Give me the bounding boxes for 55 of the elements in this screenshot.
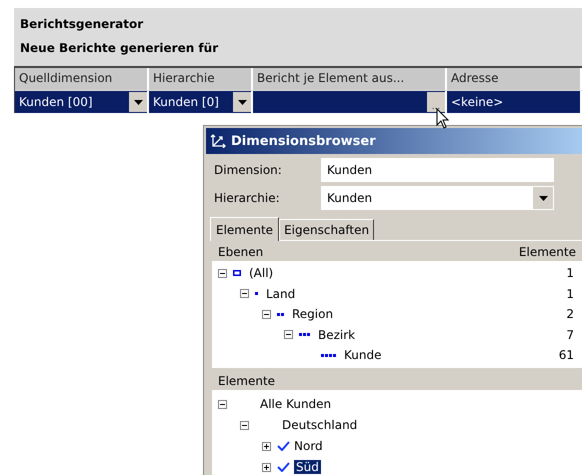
collapse-icon[interactable]	[284, 330, 293, 340]
expand-icon[interactable]	[262, 462, 271, 472]
level-name[interactable]: Bezirk	[318, 328, 356, 342]
table-cell-text: Kunden [00]	[18, 95, 94, 109]
mouse-pointer-icon	[436, 108, 450, 130]
element-count: 1	[566, 286, 574, 301]
dropdown-button[interactable]	[233, 92, 251, 112]
dimension-field[interactable]: Kunden	[321, 158, 554, 182]
tree-item[interactable]: Deutschland	[282, 418, 358, 432]
column-header[interactable]: Hierarchie	[149, 68, 251, 90]
grid-row[interactable]: Kunden [00] Kunden [0] ... <keine>	[15, 91, 582, 113]
axes-icon	[210, 134, 226, 148]
level-name[interactable]: Region	[292, 307, 334, 322]
collapse-icon[interactable]	[218, 268, 227, 278]
field-label: Hierarchie:	[214, 191, 281, 205]
table-cell-text: <keine>	[450, 95, 504, 109]
element-count: 1	[566, 266, 574, 280]
element-count: 61	[558, 348, 574, 362]
dropdown-arrow-icon[interactable]	[134, 100, 142, 104]
collapse-icon[interactable]	[240, 289, 249, 298]
level-icon	[233, 270, 241, 276]
level-icon	[299, 333, 310, 336]
level-icon	[321, 354, 336, 357]
tab[interactable]: Eigenschaften	[279, 219, 374, 240]
column-header[interactable]: Bericht je Element aus...	[253, 68, 445, 90]
table-cell-text: Kunden [0]	[152, 95, 220, 109]
level-name[interactable]: Kunde	[344, 348, 382, 362]
level-name[interactable]: Land	[266, 286, 296, 301]
panel-subtitle: Neue Berichte generieren für	[19, 40, 220, 57]
dialog-title: Dimensionsbrowser	[231, 134, 376, 148]
level-icon	[277, 312, 284, 316]
level-icon	[255, 292, 258, 296]
panel-title: Berichtsgenerator	[19, 16, 144, 33]
tab[interactable]: Elemente	[210, 217, 280, 241]
section-header: Elemente	[218, 374, 276, 388]
dropdown-arrow-icon[interactable]	[238, 100, 246, 104]
tree-item[interactable]: Süd	[294, 460, 321, 474]
element-count: 7	[566, 328, 574, 342]
dropdown-button[interactable]	[129, 92, 147, 112]
level-name[interactable]: (All)	[249, 266, 274, 280]
dropdown-arrow-icon[interactable]	[538, 196, 548, 200]
element-count: 2	[566, 307, 574, 322]
tree-item[interactable]: Nord	[294, 439, 323, 453]
column-header: Elemente	[518, 245, 576, 259]
collapse-icon[interactable]	[262, 310, 271, 319]
hierarchy-dropdown[interactable]: Kunden	[321, 186, 554, 210]
column-header[interactable]: Quelldimension	[15, 68, 147, 90]
column-header: Ebenen	[218, 245, 264, 259]
collapse-icon[interactable]	[218, 400, 227, 408]
collapse-icon[interactable]	[240, 420, 249, 430]
browse-button[interactable]: ...	[427, 92, 445, 112]
column-header[interactable]: Adresse	[447, 68, 580, 90]
expand-icon[interactable]	[262, 442, 271, 450]
tree-item[interactable]: Alle Kunden	[260, 397, 332, 411]
field-label: Dimension:	[214, 163, 283, 177]
